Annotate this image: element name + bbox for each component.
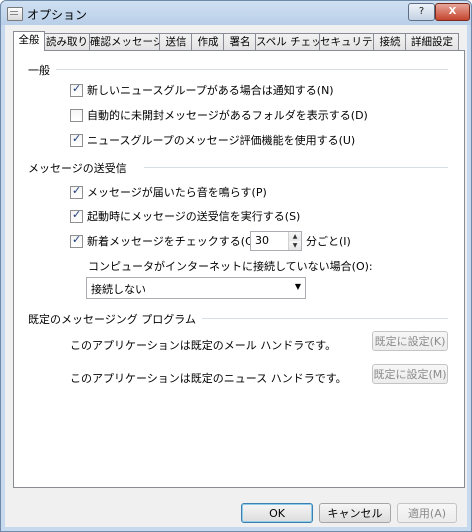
check-new-messages-checkbox[interactable] <box>70 233 83 248</box>
tab-security[interactable]: セキュリティ <box>319 33 382 50</box>
close-button[interactable]: X <box>435 3 470 21</box>
option-label: 自動的に未開封メッセージがあるフォルダを表示する(D) <box>87 109 368 122</box>
title-bar[interactable]: オプション ? X <box>1 1 471 25</box>
tab-send[interactable]: 送信 <box>159 33 193 50</box>
option-label: ニュースグループのメッセージ評価機能を使用する(U) <box>87 134 356 147</box>
play-sound-checkbox[interactable] <box>70 184 83 199</box>
set-default-mail-button[interactable]: 既定に設定(K) <box>372 331 448 351</box>
option-label: 新着メッセージをチェックする(C) <box>87 235 258 248</box>
set-default-news-button[interactable]: 既定に設定(M) <box>372 364 448 384</box>
check-new-messages-option[interactable]: 新着メッセージをチェックする(C) <box>70 233 257 249</box>
section-general-heading: 一般 <box>28 64 50 77</box>
tab-signatures[interactable]: 署名 <box>223 33 257 50</box>
option-label: 起動時にメッセージの送受信を実行する(S) <box>87 210 301 223</box>
spin-up-icon[interactable]: ▲ <box>289 232 301 241</box>
play-sound-option[interactable]: メッセージが届いたら音を鳴らす(P) <box>70 184 267 200</box>
tab-spelling[interactable]: スペル チェック <box>255 33 332 50</box>
help-button[interactable]: ? <box>408 3 435 21</box>
apply-button[interactable]: 適用(A) <box>397 503 457 523</box>
newsgroup-rating-option[interactable]: ニュースグループのメッセージ評価機能を使用する(U) <box>70 132 355 148</box>
offline-behavior-select[interactable]: 接続しない ▼ <box>86 277 306 299</box>
show-unread-folders-option[interactable]: 自動的に未開封メッセージがあるフォルダを表示する(D) <box>70 107 368 123</box>
section-send-receive-heading: メッセージの送受信 <box>28 162 127 175</box>
tab-advanced[interactable]: 詳細設定 <box>405 33 459 50</box>
cancel-button[interactable]: キャンセル <box>319 503 391 523</box>
offline-behavior-value: 接続しない <box>91 283 146 296</box>
window-title: オプション <box>27 8 88 22</box>
tab-receipts[interactable]: 確認メッセージ <box>89 33 163 50</box>
general-tab-panel: 一般 新しいニュースグループがある場合は通知する(N) 自動的に未開封メッセージ… <box>13 50 465 488</box>
tab-read[interactable]: 読み取り <box>43 33 91 50</box>
send-receive-at-startup-checkbox[interactable] <box>70 208 83 223</box>
newsgroup-rating-checkbox[interactable] <box>70 132 83 147</box>
ok-button[interactable]: OK <box>241 503 313 523</box>
show-unread-folders-checkbox[interactable] <box>70 108 83 122</box>
default-mail-handler-text: このアプリケーションは既定のメール ハンドラです。 <box>70 339 337 352</box>
chevron-down-icon: ▼ <box>294 282 301 291</box>
options-dialog: オプション ? X 全般 読み取り 確認メッセージ 送信 作成 署名 スペル チ… <box>0 0 472 532</box>
tab-strip: 全般 読み取り 確認メッセージ 送信 作成 署名 スペル チェック セキュリティ… <box>13 31 463 51</box>
dialog-client-area: 全般 読み取り 確認メッセージ 送信 作成 署名 スペル チェック セキュリティ… <box>5 25 467 527</box>
check-interval-unit: 分ごと(I) <box>306 235 351 248</box>
notify-new-newsgroups-option[interactable]: 新しいニュースグループがある場合は通知する(N) <box>70 82 334 98</box>
option-label: メッセージが届いたら音を鳴らす(P) <box>87 186 267 199</box>
offline-behavior-label: コンピュータがインターネットに接続していない場合(O): <box>88 260 373 273</box>
options-app-icon <box>7 7 23 21</box>
option-label: 新しいニュースグループがある場合は通知する(N) <box>87 84 334 97</box>
send-receive-at-startup-option[interactable]: 起動時にメッセージの送受信を実行する(S) <box>70 208 300 224</box>
spinner-arrows: ▲ ▼ <box>288 232 301 250</box>
tab-general[interactable]: 全般 <box>13 31 45 51</box>
tab-connection[interactable]: 接続 <box>373 33 407 50</box>
section-divider <box>202 318 448 319</box>
section-divider <box>56 69 448 70</box>
notify-new-newsgroups-checkbox[interactable] <box>70 82 83 97</box>
section-divider <box>144 167 448 168</box>
check-interval-value[interactable]: 30 <box>255 234 269 247</box>
spin-down-icon[interactable]: ▼ <box>289 241 301 250</box>
tab-compose[interactable]: 作成 <box>191 33 225 50</box>
default-news-handler-text: このアプリケーションは既定のニュース ハンドラです。 <box>70 372 347 385</box>
check-interval-spinner[interactable]: 30 ▲ ▼ <box>250 231 302 251</box>
section-default-programs-heading: 既定のメッセージング プログラム <box>28 313 196 326</box>
